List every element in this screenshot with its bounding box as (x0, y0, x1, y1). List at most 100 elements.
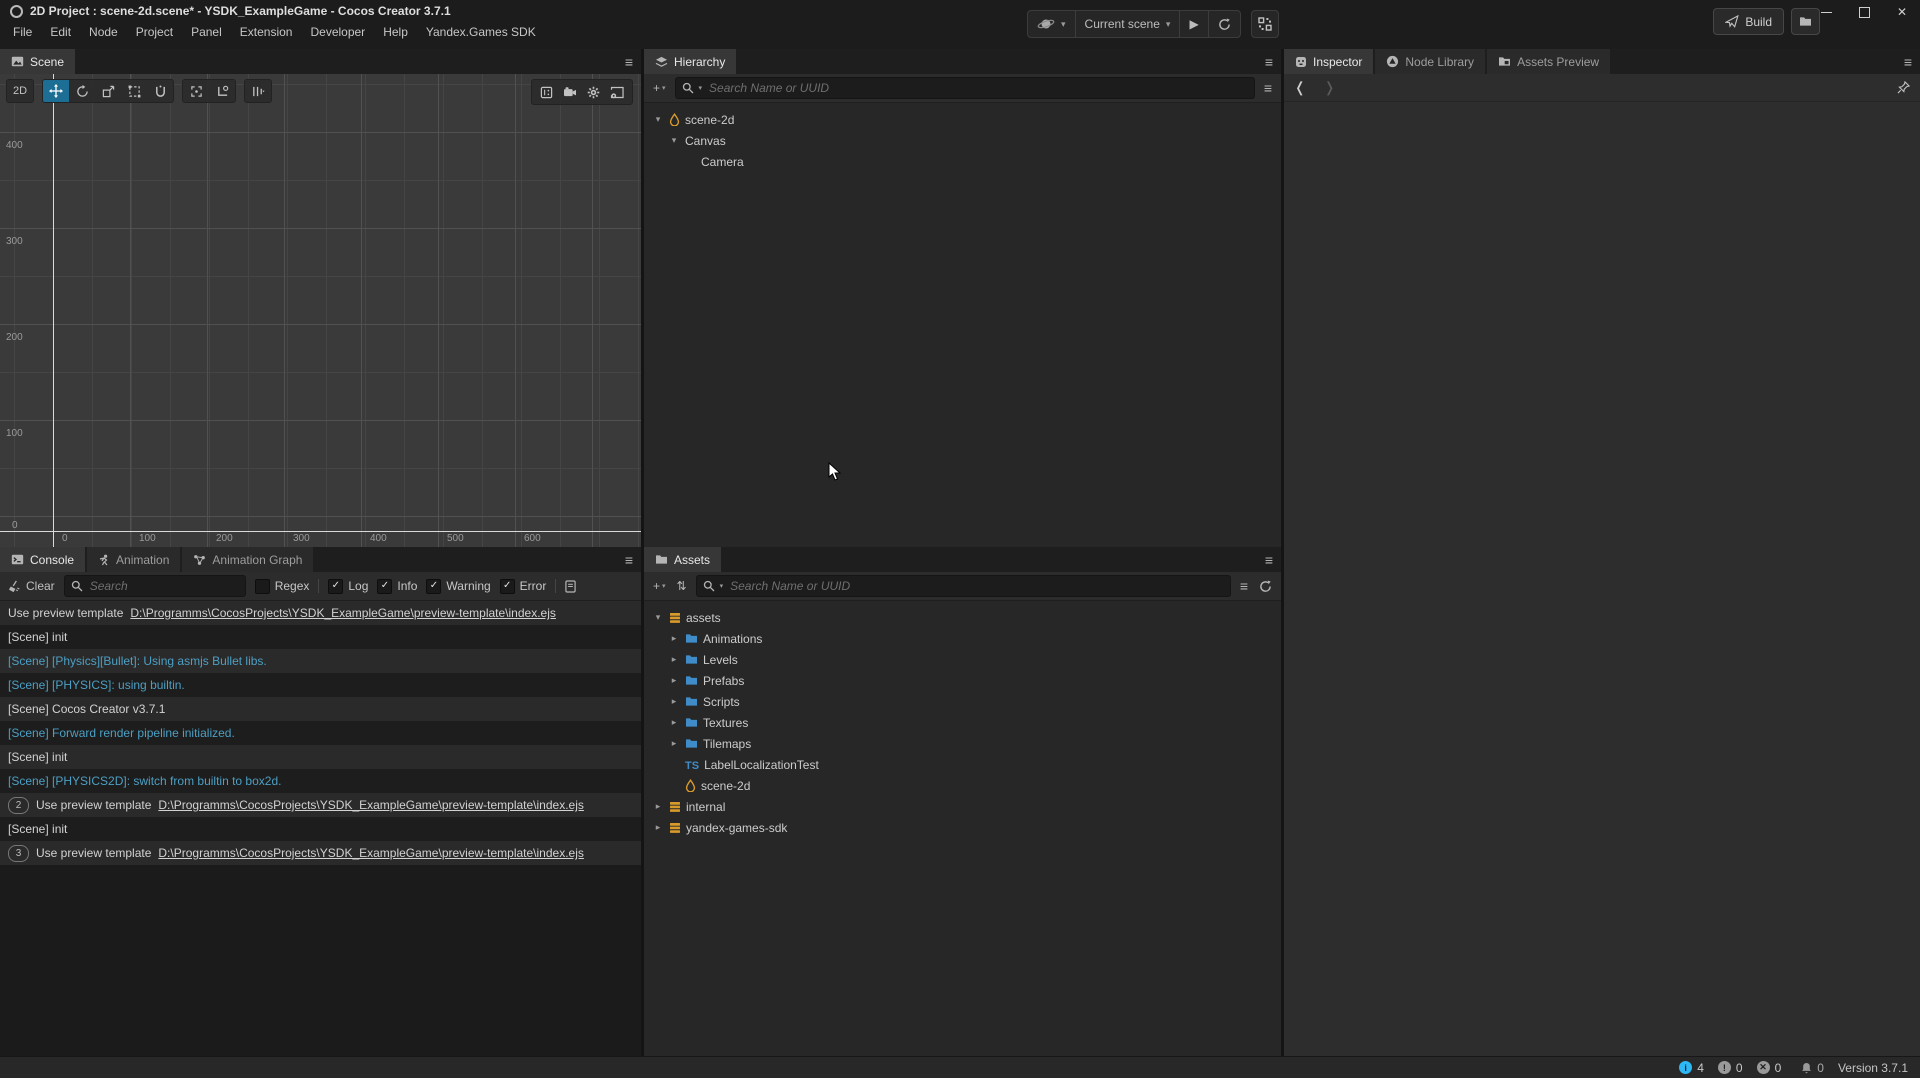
snap-tool[interactable] (147, 80, 173, 102)
filter-warning[interactable]: ✓Warning (426, 579, 490, 594)
preview-platform-select[interactable]: ▾ (1028, 11, 1076, 37)
refresh-preview-button[interactable] (1209, 11, 1240, 37)
rect-tool[interactable] (121, 80, 147, 102)
grid-toggle-icon[interactable] (540, 86, 553, 99)
clear-console-button[interactable]: Clear (8, 579, 55, 593)
hierarchy-panel-menu-icon[interactable]: ≡ (1265, 49, 1273, 74)
asset-item-internal[interactable]: ▸internal (644, 796, 1281, 817)
asset-item-animations[interactable]: ▸Animations (644, 628, 1281, 649)
console-log-row[interactable]: 3Use preview template D:\Programms\Cocos… (0, 841, 641, 865)
console-log-row[interactable]: [Scene] init (0, 817, 641, 841)
tab-console[interactable]: Console (0, 547, 87, 572)
chevron-right-icon[interactable]: ▸ (668, 717, 680, 728)
gizmo-options[interactable] (245, 80, 271, 102)
error-checkbox[interactable]: ✓ (500, 579, 515, 594)
filter-info[interactable]: ✓Info (377, 579, 417, 594)
console-log-row[interactable]: [Scene] [Physics][Bullet]: Using asmjs B… (0, 649, 641, 673)
tab-inspector[interactable]: Inspector (1284, 49, 1375, 74)
scene-config-icon[interactable] (610, 86, 624, 99)
close-button[interactable]: ✕ (1894, 4, 1910, 20)
chevron-right-icon[interactable]: ▸ (668, 675, 680, 686)
asset-item-assets[interactable]: ▾assets (644, 607, 1281, 628)
tab-animation-graph[interactable]: Animation Graph (182, 547, 315, 572)
console-log-row[interactable]: [Scene] init (0, 745, 641, 769)
filter-error[interactable]: ✓Error (500, 579, 547, 594)
tab-animation[interactable]: Animation (87, 547, 182, 572)
chevron-right-icon[interactable]: ▸ (668, 654, 680, 665)
menu-item-help[interactable]: Help (374, 23, 417, 41)
scene-panel-menu-icon[interactable]: ≡ (625, 49, 633, 74)
log-checkbox[interactable]: ✓ (328, 579, 343, 594)
tab-assets[interactable]: Assets (644, 547, 723, 572)
hierarchy-node-canvas[interactable]: ▾Canvas (644, 130, 1281, 151)
mode-2d-button[interactable]: 2D (7, 80, 33, 102)
console-log-row[interactable]: [Scene] Forward render pipeline initiali… (0, 721, 641, 745)
console-log-row[interactable]: Use preview template D:\Programms\CocosP… (0, 601, 641, 625)
hierarchy-node-camera[interactable]: Camera (644, 151, 1281, 172)
menu-item-extension[interactable]: Extension (231, 23, 302, 41)
asset-item-tilemaps[interactable]: ▸Tilemaps (644, 733, 1281, 754)
asset-item-labellocalizationtest[interactable]: TSLabelLocalizationTest (644, 754, 1281, 775)
menu-item-project[interactable]: Project (127, 23, 182, 41)
asset-item-yandex-games-sdk[interactable]: ▸yandex-games-sdk (644, 817, 1281, 838)
filter-regex[interactable]: Regex (255, 579, 310, 594)
menu-item-developer[interactable]: Developer (301, 23, 374, 41)
console-log-row[interactable]: 2Use preview template D:\Programms\Cocos… (0, 793, 641, 817)
menu-item-edit[interactable]: Edit (41, 23, 80, 41)
tab-node-library[interactable]: Node Library (1375, 49, 1487, 74)
chevron-down-icon[interactable]: ▾ (668, 135, 680, 146)
status-info-count[interactable]: i 4 (1679, 1061, 1704, 1075)
console-log-row[interactable]: [Scene] [PHYSICS]: using builtin. (0, 673, 641, 697)
status-warning-count[interactable]: ! 0 (1718, 1061, 1743, 1075)
asset-item-scene-2d[interactable]: scene-2d (644, 775, 1281, 796)
scene-select[interactable]: Current scene▾ (1076, 11, 1181, 37)
asset-item-scripts[interactable]: ▸Scripts (644, 691, 1281, 712)
settings-gear-icon[interactable] (587, 86, 600, 99)
tab-scene[interactable]: Scene (0, 49, 77, 74)
scale-tool[interactable] (95, 80, 121, 102)
chevron-right-icon[interactable]: ▸ (652, 822, 664, 833)
menu-item-panel[interactable]: Panel (182, 23, 231, 41)
open-project-folder-button[interactable] (1791, 8, 1820, 35)
console-search-input[interactable] (88, 578, 239, 594)
scene-viewport[interactable]: 4003002001000 0100200300400500600 2D (0, 74, 641, 547)
regex-checkbox[interactable] (255, 579, 270, 594)
console-panel-menu-icon[interactable]: ≡ (625, 547, 633, 572)
log-path-link[interactable]: D:\Programms\CocosProjects\YSDK_ExampleG… (130, 606, 556, 620)
hierarchy-list-options-icon[interactable]: ≡ (1262, 78, 1274, 98)
tab-assets-preview[interactable]: Assets Preview (1487, 49, 1612, 74)
menu-item-node[interactable]: Node (80, 23, 127, 41)
hierarchy-search-input[interactable] (707, 80, 1248, 96)
console-log-row[interactable]: [Scene] [PHYSICS2D]: switch from builtin… (0, 769, 641, 793)
create-node-button[interactable]: +▾ (651, 79, 668, 97)
assets-panel-menu-icon[interactable]: ≡ (1265, 547, 1273, 572)
asset-item-levels[interactable]: ▸Levels (644, 649, 1281, 670)
preview-qr-button[interactable] (1251, 10, 1279, 38)
hierarchy-node-scene-2d[interactable]: ▾scene-2d (644, 109, 1281, 130)
pin-icon[interactable] (1897, 81, 1910, 94)
create-asset-button[interactable]: +▾ (651, 577, 668, 595)
minimize-button[interactable] (1818, 4, 1834, 20)
maximize-button[interactable] (1856, 4, 1872, 20)
chevron-right-icon[interactable]: ▸ (668, 738, 680, 749)
assets-list-options-icon[interactable]: ≡ (1238, 576, 1250, 596)
console-log-row[interactable]: [Scene] Cocos Creator v3.7.1 (0, 697, 641, 721)
chevron-right-icon[interactable]: ▸ (652, 801, 664, 812)
inspector-back-icon[interactable]: ❬ (1294, 79, 1306, 96)
chevron-right-icon[interactable]: ▸ (668, 633, 680, 644)
assets-search-input[interactable] (728, 578, 1224, 594)
inspector-panel-menu-icon[interactable]: ≡ (1904, 49, 1912, 74)
console-log-row[interactable]: [Scene] init (0, 625, 641, 649)
info-checkbox[interactable]: ✓ (377, 579, 392, 594)
chevron-down-icon[interactable]: ▾ (652, 612, 664, 623)
sort-assets-icon[interactable]: ⇅ (675, 577, 689, 595)
chevron-down-icon[interactable]: ▾ (652, 114, 664, 125)
tab-hierarchy[interactable]: Hierarchy (644, 49, 738, 74)
log-path-link[interactable]: D:\Programms\CocosProjects\YSDK_ExampleG… (158, 798, 584, 812)
inspector-forward-icon[interactable]: ❭ (1324, 79, 1336, 96)
move-tool[interactable] (43, 80, 69, 102)
status-error-count[interactable]: ✕ 0 (1757, 1061, 1782, 1075)
log-file-icon[interactable] (565, 580, 576, 593)
refresh-assets-icon[interactable] (1257, 578, 1274, 595)
build-button[interactable]: Build (1713, 8, 1784, 35)
